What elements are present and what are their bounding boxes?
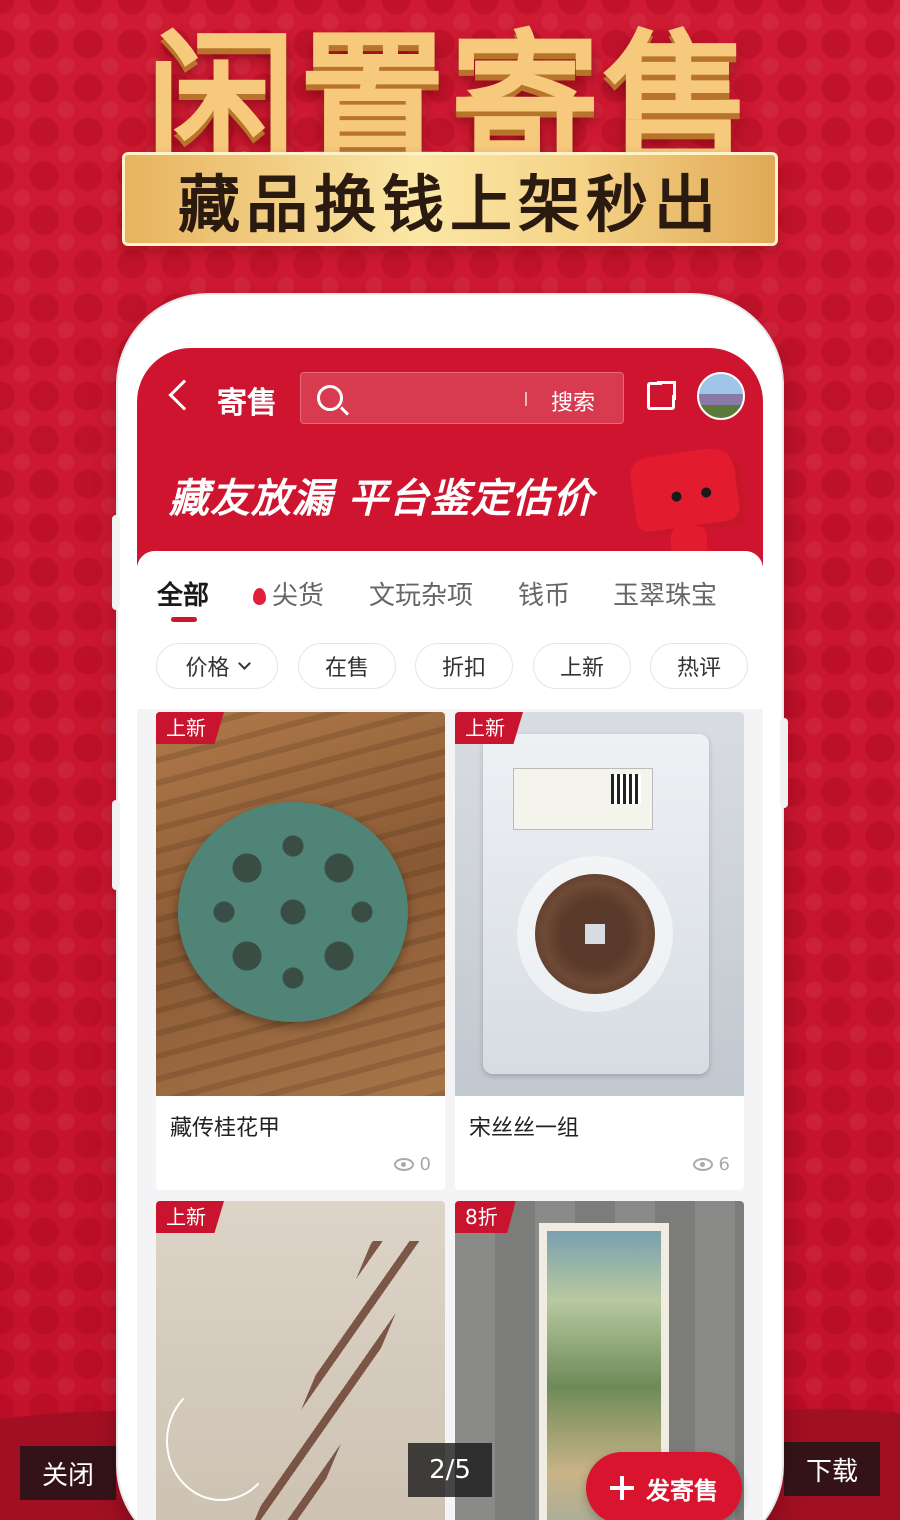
eye-icon bbox=[692, 1158, 713, 1171]
tab-premium[interactable]: 尖货 bbox=[253, 575, 324, 612]
product-tag: 8折 bbox=[455, 1201, 516, 1233]
product-image bbox=[455, 712, 744, 1096]
promo-slogan: 藏友放漏 平台鉴定估价 bbox=[169, 476, 594, 522]
phone-side-button bbox=[112, 800, 120, 890]
amulet-photo bbox=[178, 802, 408, 1022]
mascot-eye bbox=[700, 486, 712, 499]
tab-active-indicator bbox=[171, 617, 197, 622]
qr-code-icon bbox=[611, 774, 641, 804]
product-views: 6 bbox=[692, 1154, 730, 1175]
chevron-down-icon bbox=[237, 656, 251, 670]
search-divider bbox=[525, 392, 527, 406]
eye-icon bbox=[393, 1158, 414, 1171]
share-icon[interactable] bbox=[647, 379, 678, 410]
product-image bbox=[156, 712, 445, 1096]
phone-side-button bbox=[112, 515, 120, 610]
plus-icon bbox=[610, 1476, 634, 1500]
product-card[interactable]: 上新 bbox=[156, 1201, 445, 1520]
coin-slab-photo bbox=[483, 734, 709, 1074]
category-tabs: 全部 尖货 文玩杂项 钱币 玉翠珠宝 bbox=[137, 551, 763, 635]
app-screen: 寄售 搜索 藏友放漏 平台鉴定估价 全部 尖货 文玩杂项 钱币 玉翠珠宝 价格 … bbox=[137, 348, 763, 1520]
nav-bar: 寄售 搜索 bbox=[137, 370, 763, 426]
filter-on-sale[interactable]: 在售 bbox=[298, 643, 396, 689]
filter-bar: 价格 在售 折扣 上新 热评 bbox=[137, 635, 763, 709]
post-consignment-label: 发寄售 bbox=[646, 1476, 718, 1505]
product-views: 0 bbox=[393, 1154, 431, 1175]
fire-icon bbox=[253, 588, 266, 605]
phone-side-button bbox=[780, 718, 788, 808]
search-icon bbox=[317, 385, 343, 411]
hero-banner: 藏品换钱上架秒出 bbox=[122, 152, 778, 246]
filter-price-label: 价格 bbox=[185, 656, 230, 681]
product-card[interactable]: 上新 宋丝丝一组 6 bbox=[455, 712, 744, 1190]
product-title: 藏传桂花甲 bbox=[170, 1116, 281, 1141]
product-tag: 上新 bbox=[156, 712, 224, 744]
filter-discount[interactable]: 折扣 bbox=[415, 643, 513, 689]
product-view-count: 0 bbox=[419, 1154, 431, 1175]
avatar[interactable] bbox=[697, 372, 745, 420]
content-panel: 全部 尖货 文玩杂项 钱币 玉翠珠宝 价格 在售 折扣 上新 热评 上新 藏传桂… bbox=[137, 551, 763, 1520]
tab-premium-label: 尖货 bbox=[272, 581, 325, 611]
tab-all[interactable]: 全部 bbox=[157, 575, 209, 612]
page-title: 寄售 bbox=[217, 386, 277, 421]
coin-photo bbox=[535, 874, 655, 994]
search-button[interactable]: 搜索 bbox=[551, 385, 595, 417]
search-input[interactable]: 搜索 bbox=[300, 372, 624, 424]
product-tag: 上新 bbox=[156, 1201, 224, 1233]
bead-necklace-photo bbox=[246, 1241, 426, 1520]
post-consignment-button[interactable]: 发寄售 bbox=[586, 1452, 742, 1520]
tab-collectibles[interactable]: 文玩杂项 bbox=[369, 575, 473, 612]
back-icon[interactable] bbox=[168, 379, 200, 411]
filter-hot[interactable]: 热评 bbox=[650, 643, 748, 689]
product-image bbox=[156, 1201, 445, 1520]
filter-new[interactable]: 上新 bbox=[533, 643, 631, 689]
tab-jade-jewelry[interactable]: 玉翠珠宝 bbox=[613, 575, 717, 612]
product-view-count: 6 bbox=[718, 1154, 730, 1175]
necklace-string bbox=[166, 1381, 276, 1501]
product-title: 宋丝丝一组 bbox=[469, 1116, 580, 1141]
download-button[interactable]: 下载 bbox=[784, 1442, 880, 1496]
close-button[interactable]: 关闭 bbox=[20, 1446, 116, 1500]
product-tag: 上新 bbox=[455, 712, 523, 744]
tab-coins[interactable]: 钱币 bbox=[518, 575, 570, 612]
page-indicator: 2/5 bbox=[408, 1443, 492, 1497]
mascot-eye bbox=[670, 490, 683, 503]
mascot-illustration bbox=[627, 444, 749, 560]
filter-price[interactable]: 价格 bbox=[156, 643, 278, 689]
product-card[interactable]: 上新 藏传桂花甲 0 bbox=[156, 712, 445, 1190]
